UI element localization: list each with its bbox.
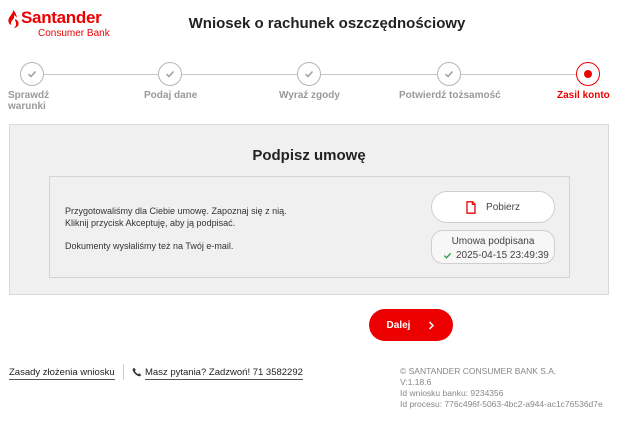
check-icon — [305, 71, 314, 78]
step-4-done-icon — [437, 62, 461, 86]
check-icon — [166, 71, 175, 78]
sign-contract-card: Podpisz umowę Przygotowaliśmy dla Ciebie… — [9, 124, 609, 295]
progress-stepper: Sprawdź warunki Podaj dane Wyraź zgody P… — [0, 62, 640, 112]
message-line-1: Przygotowaliśmy dla Ciebie umowę. Zapozn… — [65, 206, 287, 216]
next-label: Dalej — [386, 319, 411, 331]
copyright: © SANTANDER CONSUMER BANK S.A. — [400, 366, 557, 376]
check-icon — [445, 71, 454, 78]
chevron-right-icon — [429, 320, 435, 330]
contract-signed-status: Umowa podpisana 2025-04-15 23:49:39 — [431, 230, 555, 264]
contract-panel: Przygotowaliśmy dla Ciebie umowę. Zapozn… — [49, 176, 570, 278]
card-title: Podpisz umowę — [252, 147, 366, 164]
signed-date: 2025-04-15 23:49:39 — [456, 250, 549, 261]
step-2-label: Podaj dane — [144, 90, 198, 101]
signed-title: Umowa podpisana — [451, 236, 535, 247]
rules-link[interactable]: Zasady złożenia wniosku — [9, 367, 115, 380]
step-1-label: Sprawdź warunki — [8, 90, 50, 112]
process-id: Id procesu: 776c496f-5063-4bc2-a944-ac1c… — [400, 399, 603, 409]
step-3-done-icon — [297, 62, 321, 86]
step-5-current-icon — [576, 62, 600, 86]
application-id: Id wniosku banku: 9234356 — [400, 388, 504, 398]
message-line-2: Kliknij przycisk Akceptuję, aby ją podpi… — [65, 218, 236, 228]
step-5-label: Zasil konto — [557, 90, 610, 101]
check-icon — [28, 71, 37, 78]
next-button[interactable]: Dalej — [369, 309, 453, 341]
footer-divider — [123, 364, 124, 380]
current-dot-icon — [584, 70, 592, 78]
message-line-3: Dokumenty wysłaliśmy też na Twój e-mail. — [65, 241, 234, 251]
download-button[interactable]: Pobierz — [431, 191, 555, 223]
step-3-label: Wyraź zgody — [279, 90, 340, 101]
page-title: Wniosek o rachunek oszczędnościowy — [188, 15, 466, 32]
step-1-done-icon — [20, 62, 44, 86]
phone-link[interactable]: Masz pytania? Zadzwoń! 71 3582292 — [145, 367, 303, 380]
download-label: Pobierz — [486, 201, 520, 213]
step-2-done-icon — [158, 62, 182, 86]
phone-icon — [132, 367, 142, 377]
document-icon — [466, 200, 476, 214]
step-4-label: Potwierdź tożsamość — [399, 90, 501, 101]
check-icon — [443, 252, 452, 259]
app-version: V:1.18.6 — [400, 377, 432, 387]
